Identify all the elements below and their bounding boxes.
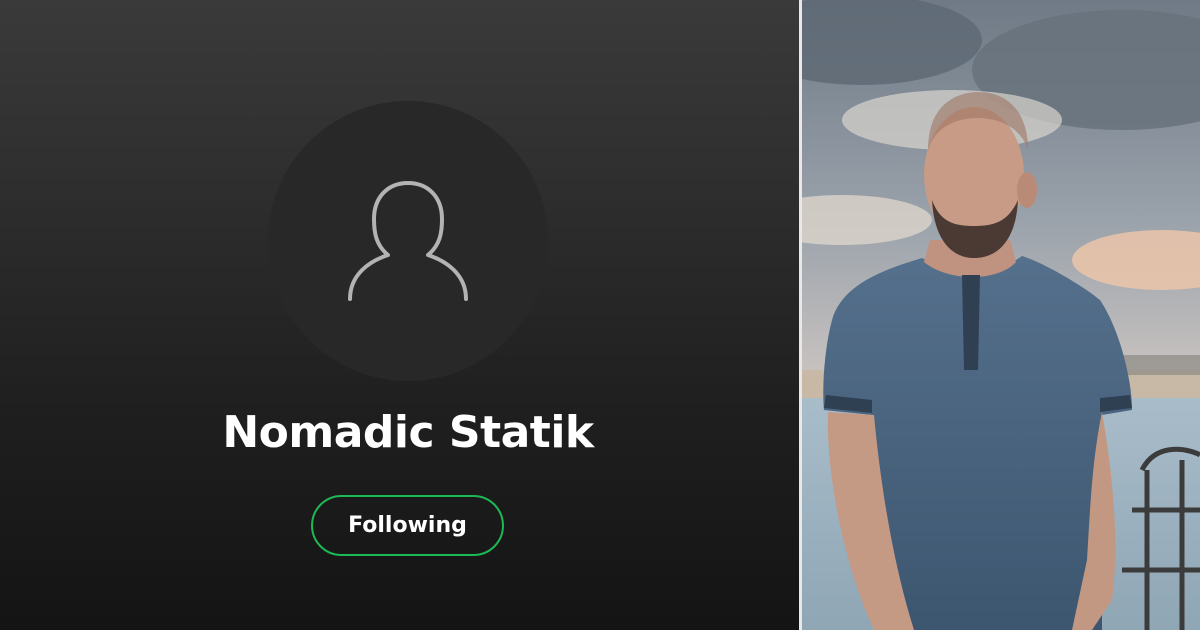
man-in-blue-shirt-at-seaside-photo — [802, 0, 1200, 630]
photo-illustration — [802, 0, 1200, 630]
profile-name: Nomadic Statik — [222, 407, 594, 458]
profile-avatar — [268, 101, 548, 381]
page-root: Nomadic Statik Following — [0, 0, 1200, 630]
following-button[interactable]: Following — [311, 495, 504, 556]
user-placeholder-icon — [348, 181, 468, 301]
profile-header: Nomadic Statik Following — [0, 0, 799, 630]
